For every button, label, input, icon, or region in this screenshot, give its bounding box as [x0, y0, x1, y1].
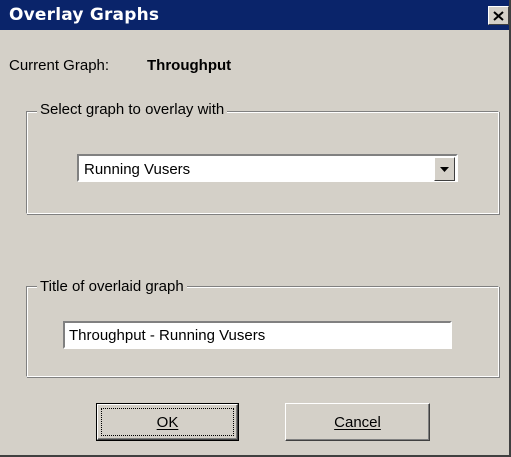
overlay-graph-selected: Running Vusers: [84, 161, 191, 178]
overlay-graph-select[interactable]: Running Vusers: [77, 154, 458, 182]
close-icon: [493, 10, 504, 21]
ok-button[interactable]: OK: [96, 403, 239, 441]
overlaid-graph-title-input[interactable]: [63, 321, 452, 349]
overlay-graphs-dialog: Overlay Graphs Current Graph: Throughput…: [0, 0, 511, 457]
cancel-button[interactable]: Cancel: [285, 403, 430, 441]
current-graph-label: Current Graph:: [9, 57, 110, 74]
title-group-label: Title of overlaid graph: [37, 278, 187, 296]
dropdown-button[interactable]: [434, 157, 455, 181]
current-graph-value: Throughput: [147, 57, 232, 74]
dialog-title: Overlay Graphs: [9, 5, 160, 25]
chevron-down-icon: [440, 166, 449, 172]
cancel-button-label: Cancel: [334, 413, 381, 431]
title-bar[interactable]: Overlay Graphs: [0, 0, 509, 30]
overlay-group-label: Select graph to overlay with: [37, 101, 228, 119]
ok-button-label: OK: [156, 413, 179, 431]
close-button[interactable]: [488, 6, 509, 25]
